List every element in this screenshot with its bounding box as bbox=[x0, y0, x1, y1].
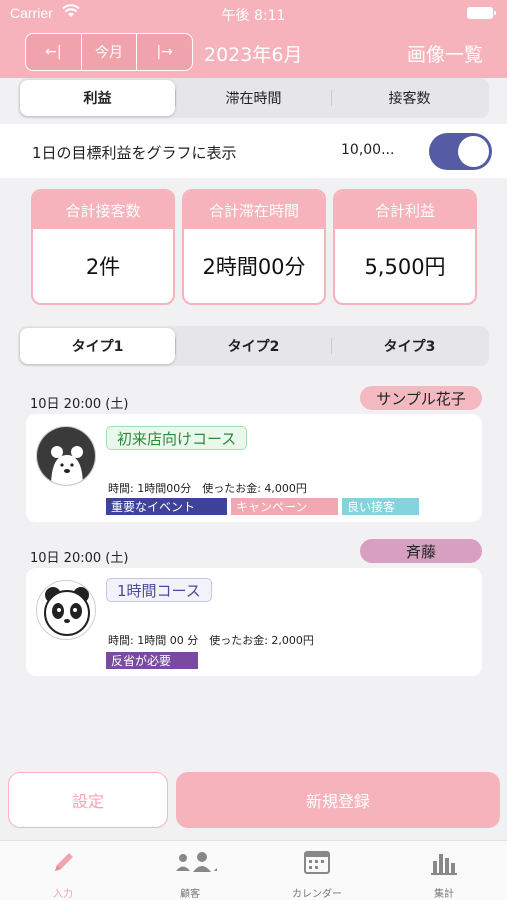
tab-summary[interactable]: 集計 bbox=[381, 841, 507, 900]
battery-icon bbox=[467, 7, 496, 19]
goal-value[interactable]: 10,00... bbox=[341, 142, 394, 158]
course-badge: 1時間コース bbox=[106, 578, 212, 602]
stat-card-stay-time: 合計滞在時間 2時間00分 bbox=[182, 189, 326, 305]
tab-profit[interactable]: 利益 bbox=[20, 80, 175, 116]
entry-card[interactable]: 1時間コース 時間: 1時間 00 分 使ったお金: 2,000円 反省が必要 bbox=[26, 568, 482, 676]
course-badge: 初来店向けコース bbox=[106, 426, 248, 450]
stat-card-customers: 合計接客数 2件 bbox=[31, 189, 175, 305]
settings-button[interactable]: 設定 bbox=[8, 772, 168, 828]
tab-customer-count[interactable]: 接客数 bbox=[332, 80, 487, 116]
tab-label: 入力 bbox=[53, 889, 73, 900]
tag-chip: 反省が必要 bbox=[106, 652, 198, 669]
entry-card[interactable]: 初来店向けコース 時間: 1時間00分 使ったお金: 4,000円 重要なイベン… bbox=[26, 414, 482, 522]
type-segmented-control: タイプ1 タイプ2 タイプ3 bbox=[18, 326, 489, 366]
stat-value: 2件 bbox=[85, 255, 121, 279]
tab-type-1[interactable]: タイプ1 bbox=[20, 328, 175, 364]
tab-label: 顧客 bbox=[180, 889, 200, 900]
entry-date: 10日 20:00 (土) bbox=[30, 397, 129, 412]
image-list-button[interactable]: 画像一覧 bbox=[407, 40, 483, 67]
tag-chip: 重要なイベント bbox=[106, 498, 227, 515]
people-icon bbox=[176, 852, 217, 872]
clock: 午後 8:11 bbox=[221, 8, 286, 24]
prev-month-button[interactable]: ←| bbox=[26, 34, 82, 70]
new-entry-button[interactable]: 新規登録 bbox=[176, 772, 500, 828]
this-month-button[interactable]: 今月 bbox=[82, 34, 138, 70]
stat-card-profit: 合計利益 5,500円 bbox=[333, 189, 477, 305]
tab-calendar[interactable]: カレンダー bbox=[254, 841, 380, 900]
pencil-icon bbox=[55, 853, 73, 871]
tag-chip: 良い接客 bbox=[342, 498, 419, 515]
tab-bar: 入力 顧客 カレンダー 集計 bbox=[0, 840, 507, 900]
panda-avatar-icon bbox=[36, 580, 96, 640]
bar-chart-icon bbox=[431, 854, 457, 875]
goal-toggle[interactable] bbox=[429, 133, 492, 170]
month-title: 2023年6月 bbox=[204, 44, 303, 66]
stat-title: 合計滞在時間 bbox=[184, 191, 324, 229]
month-navigation: ←| 今月 |→ bbox=[25, 33, 193, 71]
stat-title: 合計利益 bbox=[335, 191, 475, 229]
tab-label: カレンダー bbox=[292, 889, 342, 900]
tab-customers[interactable]: 顧客 bbox=[127, 841, 253, 900]
metric-segmented-control: 利益 滞在時間 接客数 bbox=[18, 78, 489, 118]
entry-detail: 時間: 1時間 00 分 使ったお金: 2,000円 bbox=[108, 634, 314, 647]
customer-name-badge[interactable]: サンプル花子 bbox=[360, 386, 482, 410]
stat-value: 5,500円 bbox=[364, 255, 446, 279]
calendar-icon bbox=[304, 851, 330, 874]
status-bar: Carrier 午後 8:11 bbox=[0, 0, 507, 26]
next-month-button[interactable]: |→ bbox=[137, 34, 192, 70]
entry-detail: 時間: 1時間00分 使ったお金: 4,000円 bbox=[108, 482, 307, 495]
polar-bear-avatar-icon bbox=[36, 426, 96, 486]
tab-input[interactable]: 入力 bbox=[0, 841, 126, 900]
goal-label: 1日の目標利益をグラフに表示 bbox=[32, 144, 237, 162]
tab-type-3[interactable]: タイプ3 bbox=[332, 328, 487, 364]
customer-name-badge[interactable]: 斉藤 bbox=[360, 539, 482, 563]
entry-date: 10日 20:00 (土) bbox=[30, 551, 129, 566]
toggle-knob bbox=[458, 136, 489, 167]
tag-chip: キャンペーン bbox=[231, 498, 338, 515]
stat-title: 合計接客数 bbox=[33, 191, 173, 229]
tab-type-2[interactable]: タイプ2 bbox=[176, 328, 331, 364]
tab-stay-time[interactable]: 滞在時間 bbox=[176, 80, 331, 116]
tab-label: 集計 bbox=[434, 889, 454, 900]
stat-value: 2時間00分 bbox=[202, 255, 306, 279]
